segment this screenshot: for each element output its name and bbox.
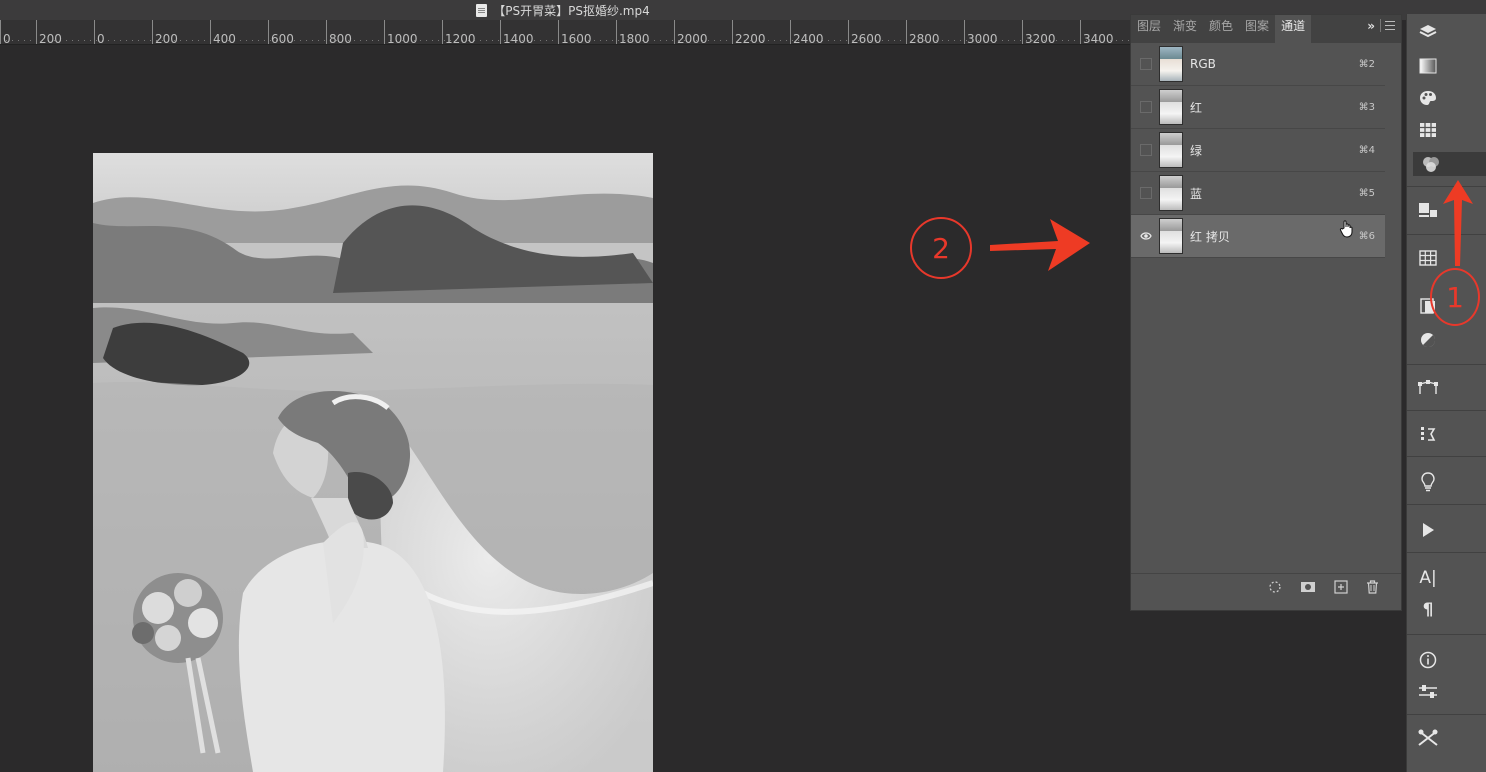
palette-icon[interactable]	[1413, 86, 1443, 110]
channel-row-blue[interactable]: 蓝 ⌘5	[1131, 172, 1385, 215]
channel-row-rgb[interactable]: RGB ⌘2	[1131, 43, 1385, 86]
paragraph-icon[interactable]: ¶	[1413, 598, 1443, 622]
load-selection-icon[interactable]	[1268, 580, 1282, 594]
ruler-label: 0	[0, 20, 11, 46]
history-icon[interactable]	[1413, 422, 1443, 446]
annotation-arrow-right	[990, 219, 1090, 271]
tab-gradients[interactable]: 渐变	[1167, 15, 1203, 43]
channel-thumbnail	[1159, 46, 1183, 82]
channel-thumbnail	[1159, 89, 1183, 125]
gradient-icon[interactable]	[1413, 54, 1443, 78]
visibility-toggle[interactable]	[1140, 144, 1152, 156]
tab-layers[interactable]: 图层	[1131, 15, 1167, 43]
ruler-label: 800	[326, 20, 352, 46]
ruler-label: 2400	[790, 20, 824, 46]
ruler-label: 400	[210, 20, 236, 46]
visibility-toggle[interactable]	[1140, 230, 1152, 242]
canvas-image[interactable]	[93, 153, 653, 772]
libraries-icon[interactable]	[1413, 198, 1443, 222]
channel-list: RGB ⌘2 红 ⌘3 绿 ⌘4 蓝 ⌘5 红 拷贝 ⌘6	[1131, 43, 1401, 258]
bride-photo-illustration	[93, 153, 653, 772]
channels-icon[interactable]	[1413, 152, 1486, 176]
swatches-icon[interactable]	[1413, 118, 1443, 142]
new-channel-icon[interactable]	[1334, 580, 1348, 594]
horizontal-ruler[interactable]: 0 200 0 200 400 600 800 1000 1200 1400 1…	[0, 20, 1130, 46]
hand-cursor-icon	[1339, 220, 1353, 238]
ruler-label: 2600	[848, 20, 882, 46]
channels-panel-footer	[1131, 573, 1401, 610]
channel-name: 蓝	[1190, 186, 1203, 201]
channel-shortcut: ⌘5	[1358, 187, 1375, 199]
tab-channels[interactable]: 通道	[1275, 15, 1312, 43]
ruler-label: 0	[94, 20, 105, 46]
save-selection-mask-icon[interactable]	[1300, 580, 1316, 594]
channel-name: RGB	[1190, 57, 1216, 71]
channel-thumbnail	[1159, 218, 1183, 254]
channel-row-red-copy[interactable]: 红 拷贝 ⌘6	[1131, 215, 1385, 258]
ruler-label: 200	[152, 20, 178, 46]
visibility-toggle[interactable]	[1140, 58, 1152, 70]
ruler-label: 1400	[500, 20, 534, 46]
channel-shortcut: ⌘4	[1358, 144, 1375, 156]
eye-icon	[1140, 232, 1152, 240]
ruler-label: 3400	[1080, 20, 1114, 46]
channel-thumbnail	[1159, 132, 1183, 168]
play-icon[interactable]	[1413, 518, 1443, 542]
ruler-label: 2000	[674, 20, 708, 46]
grid-icon[interactable]	[1413, 246, 1443, 270]
ruler-label: 3200	[1022, 20, 1056, 46]
visibility-toggle[interactable]	[1140, 101, 1152, 113]
brush-settings-icon[interactable]	[1413, 726, 1443, 750]
channel-shortcut: ⌘2	[1358, 58, 1375, 70]
channels-panel: 图层 渐变 颜色 图案 通道 » RGB ⌘2 红 ⌘3 绿 ⌘4 蓝 ⌘5 红…	[1130, 14, 1402, 611]
ruler-label: 1000	[384, 20, 418, 46]
channel-name: 红 拷贝	[1190, 229, 1230, 244]
ruler-label: 600	[268, 20, 294, 46]
info-icon[interactable]	[1413, 648, 1443, 672]
ruler-label: 1600	[558, 20, 592, 46]
ruler-label: 1800	[616, 20, 650, 46]
panel-icon-bar: A| ¶	[1406, 14, 1486, 772]
window-title: 【PS开胃菜】PS抠婚纱.mp4	[493, 3, 650, 18]
panel-tabbar: 图层 渐变 颜色 图案 通道 »	[1131, 15, 1401, 43]
annotation-step-2: 2	[910, 217, 972, 279]
channel-name: 绿	[1190, 143, 1203, 158]
channel-row-red[interactable]: 红 ⌘3	[1131, 86, 1385, 129]
tab-patterns[interactable]: 图案	[1239, 15, 1275, 43]
document-icon	[476, 3, 488, 17]
layers-icon[interactable]	[1413, 20, 1443, 44]
more-tabs-icon[interactable]: »	[1367, 15, 1375, 37]
channel-thumbnail	[1159, 175, 1183, 211]
tab-color[interactable]: 颜色	[1203, 15, 1239, 43]
visibility-toggle[interactable]	[1140, 187, 1152, 199]
channel-name: 红	[1190, 100, 1203, 115]
annotation-step-1: 1	[1430, 268, 1480, 326]
panel-menu-icon[interactable]	[1385, 21, 1395, 30]
ruler-label: 2800	[906, 20, 940, 46]
ruler-label: 1200	[442, 20, 476, 46]
tool-presets-icon[interactable]	[1413, 680, 1443, 704]
ruler-label: 200	[36, 20, 62, 46]
character-icon[interactable]: A|	[1413, 566, 1443, 590]
trash-icon[interactable]	[1366, 580, 1379, 594]
adjustments-icon[interactable]	[1413, 328, 1443, 352]
annotation-arrow-up	[1443, 180, 1473, 266]
ruler-label: 3000	[964, 20, 998, 46]
ruler-label: 2200	[732, 20, 766, 46]
channel-row-green[interactable]: 绿 ⌘4	[1131, 129, 1385, 172]
channel-shortcut: ⌘3	[1358, 101, 1375, 113]
paths-icon[interactable]	[1413, 376, 1443, 400]
lightbulb-icon[interactable]	[1413, 470, 1443, 494]
